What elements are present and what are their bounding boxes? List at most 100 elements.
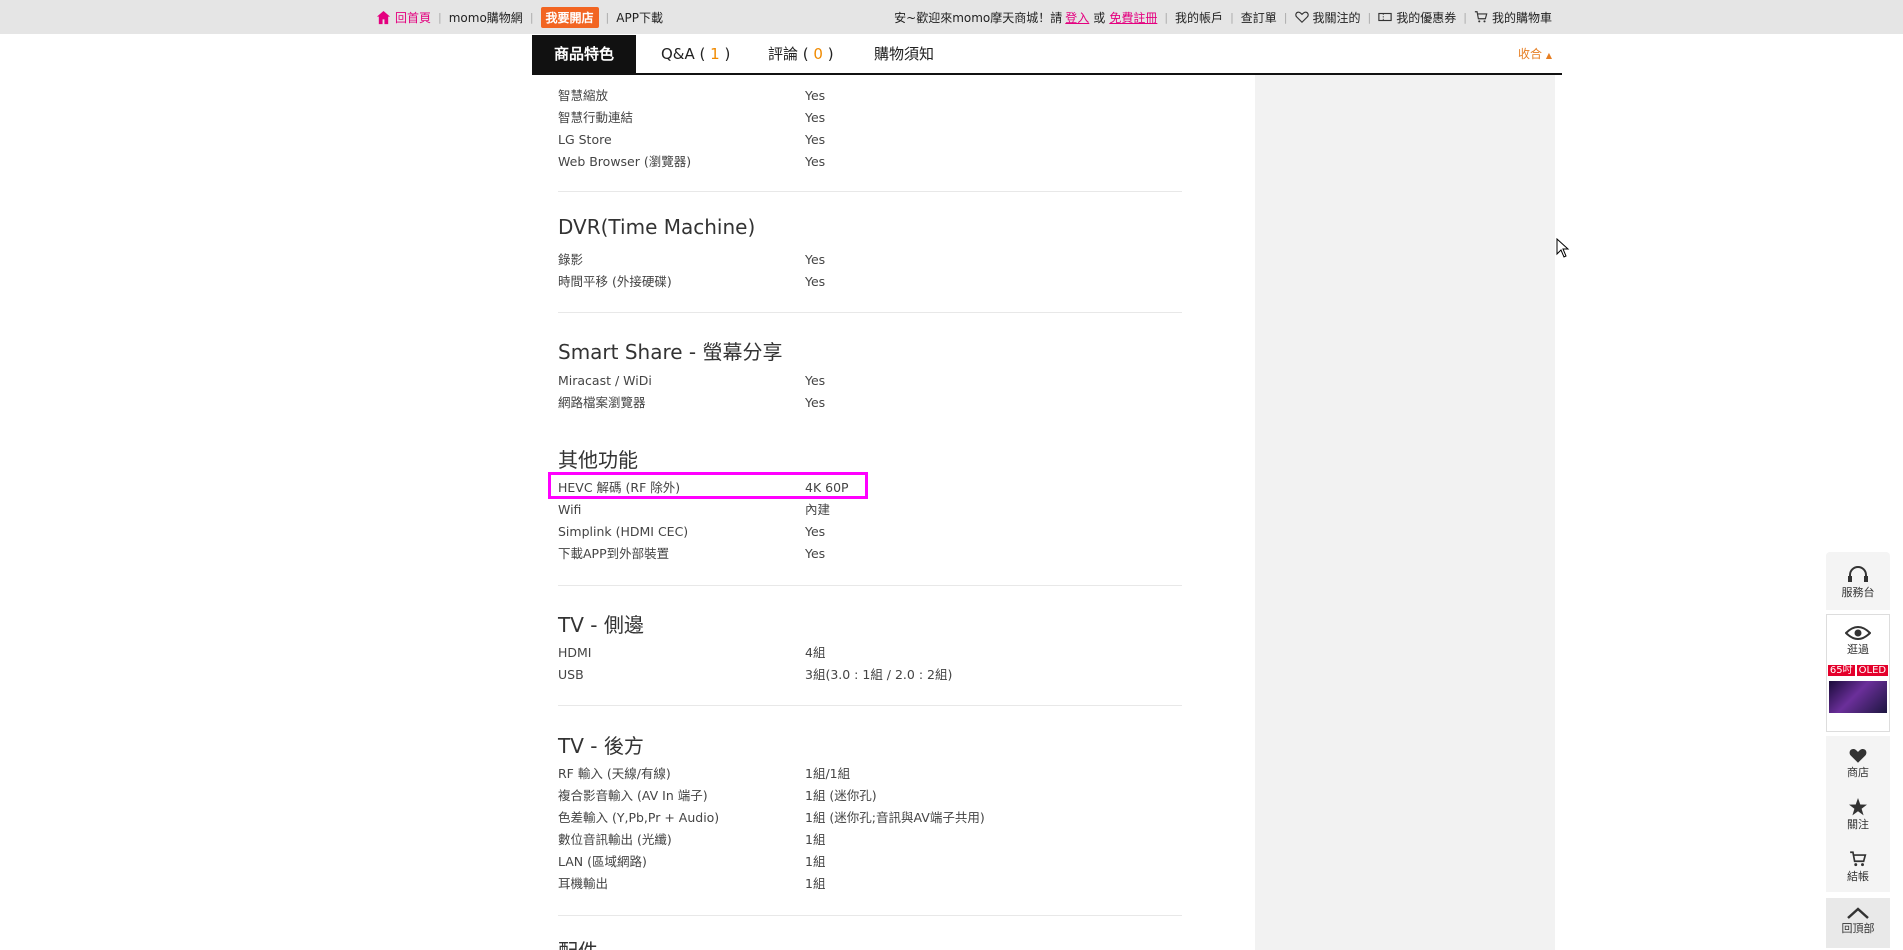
spec-value: 1組: [805, 854, 826, 869]
spec-key: USB: [558, 667, 584, 682]
section-title-other: 其他功能: [558, 448, 638, 472]
viewed-thumb-tags: 65吋 OLED: [1827, 665, 1889, 677]
my-cart-link[interactable]: 我的購物車: [1474, 9, 1552, 26]
my-cart-label: 我的購物車: [1491, 10, 1552, 25]
service-desk-label: 服務台: [1841, 586, 1875, 599]
welcome-text: 安~歡迎來momo摩天商城！請: [894, 10, 1063, 25]
top-bar: 回首頁 | momo購物網 | 我要開店 | APP下載 安~歡迎來momo摩天…: [0, 0, 1903, 34]
spec-row: RF 輸入 (天線/有線) 1組/1組: [558, 763, 1182, 785]
register-link[interactable]: 免費註冊: [1109, 9, 1157, 26]
spec-value: Yes: [805, 252, 826, 267]
home-link[interactable]: 回首頁: [376, 9, 431, 26]
coupon-icon: [1378, 12, 1392, 22]
divider: |: [1463, 10, 1467, 24]
spec-key: 智慧縮放: [558, 88, 609, 103]
spec-value: 1組/1組: [805, 766, 851, 781]
spec-value: Yes: [805, 546, 826, 561]
spec-group-smart-share: Miracast / WiDi Yes 網路檔案瀏覽器 Yes: [558, 370, 1182, 414]
order-lookup-link[interactable]: 查訂單: [1241, 9, 1277, 26]
spec-key: HEVC 解碼 (RF 除外): [558, 480, 681, 495]
section-title-tv-rear: TV - 後方: [558, 734, 644, 758]
divider: |: [438, 10, 442, 24]
spec-key: 智慧行動連結: [558, 110, 634, 125]
my-coupons-link[interactable]: 我的優惠券: [1378, 9, 1456, 26]
spec-key: 色差輸入 (Y,Pb,Pr + Audio): [558, 810, 720, 825]
spec-key: 耳機輸出: [558, 876, 609, 891]
spec-value: 3組(3.0 : 1組 / 2.0 : 2組): [805, 667, 953, 682]
my-follows-label: 我關注的: [1312, 10, 1361, 25]
momo-net-link[interactable]: momo購物網: [449, 9, 523, 26]
caret-up-icon: ▲: [1545, 51, 1552, 60]
spec-key: Wifi: [558, 502, 582, 517]
spec-row: 色差輸入 (Y,Pb,Pr + Audio) 1組 (迷你孔;音訊與AV端子共用): [558, 807, 1182, 829]
spec-row: HEVC 解碼 (RF 除外) 4K 60P: [558, 477, 1182, 499]
spec-key: Miracast / WiDi: [558, 373, 652, 388]
spec-row: Miracast / WiDi Yes: [558, 370, 1182, 392]
spec-row: Web Browser (瀏覽器) Yes: [558, 151, 1182, 173]
spec-key: Simplink (HDMI CEC): [558, 524, 689, 539]
service-desk-button[interactable]: 服務台: [1826, 552, 1890, 610]
spec-value: Yes: [805, 110, 826, 125]
spec-value: Yes: [805, 132, 826, 147]
spec-group-tv-side: HDMI 4組 USB 3組(3.0 : 1組 / 2.0 : 2組): [558, 642, 1182, 686]
section-divider: [558, 312, 1182, 313]
my-follows-link[interactable]: 我關注的: [1294, 9, 1361, 26]
viewed-product-thumbnail[interactable]: [1829, 681, 1887, 713]
checkout-button[interactable]: 結帳: [1826, 840, 1890, 892]
app-download-link[interactable]: APP下載: [616, 9, 663, 26]
home-icon: [376, 10, 391, 24]
spec-group-tv-rear: RF 輸入 (天線/有線) 1組/1組 複合影音輸入 (AV In 端子) 1組 (…: [558, 763, 1182, 895]
spec-key: LAN (區域網路): [558, 854, 647, 869]
spec-group-dvr: 錄影 Yes 時間平移 (外接硬碟) Yes: [558, 249, 1182, 293]
tab-shopping-notice[interactable]: 購物須知: [874, 35, 934, 73]
spec-value: Yes: [805, 274, 826, 289]
store-button[interactable]: 商店: [1826, 736, 1890, 788]
back-to-top-button[interactable]: 回頂部: [1826, 898, 1890, 948]
spec-row: 錄影 Yes: [558, 249, 1182, 271]
tab-qa-paren: ): [719, 45, 731, 63]
collapse-button[interactable]: 收合 ▲: [1518, 35, 1552, 75]
spec-key: RF 輸入 (天線/有線): [558, 766, 671, 781]
thumb-tag-size: 65吋: [1827, 665, 1855, 676]
spec-row: LG Store Yes: [558, 129, 1182, 151]
section-title-smart-share: Smart Share - 螢幕分享: [558, 340, 783, 364]
spec-row: Wifi 內建: [558, 499, 1182, 521]
section-title-accessories: 配件: [558, 935, 598, 950]
divider: |: [1230, 10, 1234, 24]
login-link[interactable]: 登入: [1065, 9, 1089, 26]
spec-row: 數位音訊輸出 (光纖) 1組: [558, 829, 1182, 851]
product-tabs: 商品特色 Q&A ( 1 ) 評論 ( 0 ) 購物須知 收合 ▲: [532, 35, 1562, 75]
section-divider: [558, 705, 1182, 706]
spec-value: Yes: [805, 373, 826, 388]
checkout-label: 結帳: [1847, 870, 1869, 883]
spec-row: 智慧縮放 Yes: [558, 85, 1182, 107]
follow-button[interactable]: 關注: [1826, 788, 1890, 840]
tab-reviews-paren: ): [822, 45, 834, 63]
chevron-up-icon: [1847, 907, 1869, 919]
cart-icon: [1850, 851, 1867, 867]
tab-features[interactable]: 商品特色: [532, 35, 637, 73]
tab-qa[interactable]: Q&A ( 1 ): [661, 35, 730, 73]
spec-key: 網路檔案瀏覽器: [558, 395, 646, 410]
tab-reviews-count: 0: [813, 45, 823, 63]
spec-value: Yes: [805, 154, 826, 169]
open-shop-button[interactable]: 我要開店: [540, 6, 599, 28]
spec-row: 智慧行動連結 Yes: [558, 107, 1182, 129]
spec-row: Simplink (HDMI CEC) Yes: [558, 521, 1182, 543]
tab-reviews-label: 評論 (: [768, 45, 809, 63]
tab-reviews[interactable]: 評論 ( 0 ): [768, 35, 834, 73]
viewed-panel[interactable]: 逛過 65吋 OLED: [1826, 614, 1890, 732]
spec-row: LAN (區域網路) 1組: [558, 851, 1182, 873]
section-divider: [558, 191, 1182, 192]
my-account-link[interactable]: 我的帳戶: [1175, 9, 1223, 26]
spec-value: 4組: [805, 645, 826, 660]
divider: |: [529, 10, 534, 24]
spec-key: 下載APP到外部裝置: [558, 546, 670, 561]
spec-value: Yes: [805, 524, 826, 539]
spec-key: 數位音訊輸出 (光纖): [558, 832, 672, 847]
back-to-top-label: 回頂部: [1841, 922, 1875, 935]
section-divider: [558, 915, 1182, 916]
spec-key: 複合影音輸入 (AV In 端子): [558, 788, 708, 803]
divider: |: [1283, 10, 1288, 24]
spec-row: 下載APP到外部裝置 Yes: [558, 543, 1182, 565]
